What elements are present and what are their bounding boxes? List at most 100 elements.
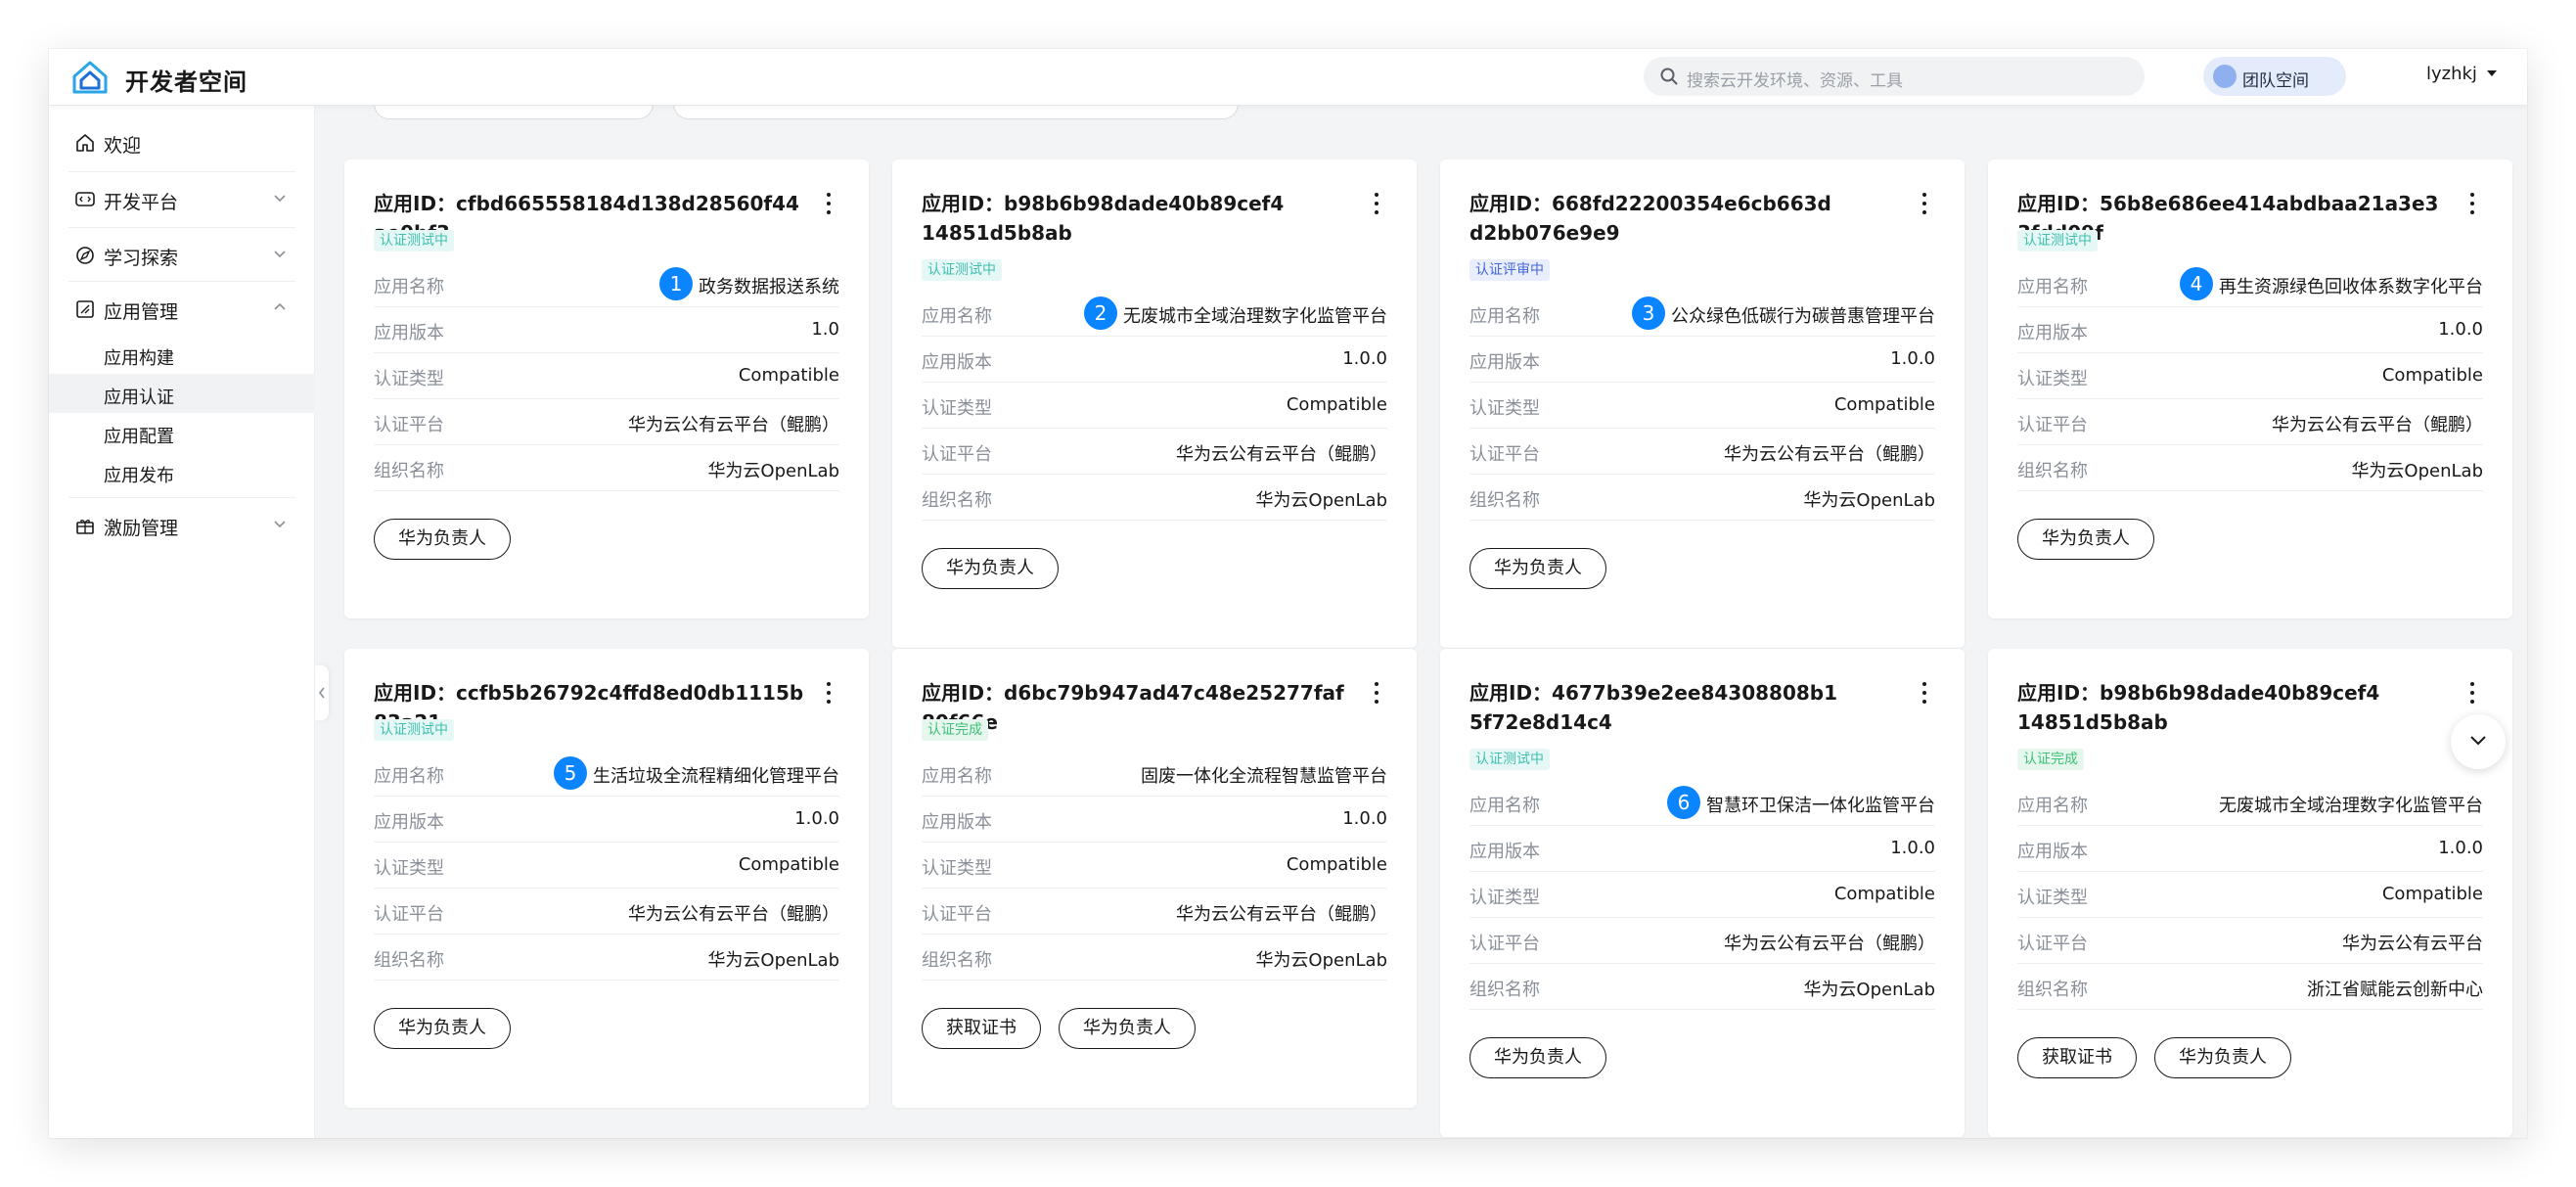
- info-label: 应用名称: [374, 277, 444, 297]
- sidebar-item-app-management[interactable]: 应用管理: [49, 284, 315, 333]
- huawei-owner-button[interactable]: 华为负责人: [374, 519, 511, 560]
- info-row-platform: 认证平台 华为云公有云平台（鲲鹏）: [922, 429, 1387, 475]
- developer-space-logo[interactable]: [70, 59, 110, 96]
- sidebar-label-welcome: 欢迎: [104, 135, 142, 157]
- home-icon: [76, 134, 94, 152]
- info-label: 认证平台: [922, 904, 992, 925]
- info-value: Compatible: [1833, 884, 1935, 904]
- info-row-type: 认证类型 Compatible: [374, 843, 839, 889]
- sidebar-label-learn: 学习探索: [104, 248, 179, 269]
- info-row-version: 应用版本 1.0.0: [922, 337, 1387, 383]
- info-row-org: 组织名称 华为云OpenLab: [1469, 475, 1935, 521]
- info-label: 认证类型: [922, 398, 992, 419]
- info-label: 认证类型: [374, 858, 444, 879]
- info-row-platform: 认证平台 华为云公有云平台（鲲鹏）: [1469, 918, 1935, 964]
- divider: [68, 497, 295, 498]
- info-value: Compatible: [738, 854, 839, 875]
- status-badge: 认证测试中: [2017, 230, 2098, 251]
- huawei-owner-button[interactable]: 华为负责人: [1469, 1037, 1606, 1078]
- info-value: 1.0.0: [1342, 348, 1387, 369]
- user-menu[interactable]: lyzhkj: [2426, 64, 2477, 84]
- info-label: 组织名称: [1469, 490, 1540, 511]
- info-row-name: 应用名称 智慧环卫保洁一体化监管平台 6: [1469, 780, 1935, 826]
- sidebar-item-incentive[interactable]: 激励管理: [49, 500, 315, 549]
- sidebar-subitem-app-certification[interactable]: 应用认证: [49, 374, 315, 413]
- brand-title[interactable]: 开发者空间: [125, 63, 248, 97]
- number-marker: 3: [1632, 297, 1665, 330]
- info-value: 华为云OpenLab: [1803, 980, 1935, 1000]
- sidebar-collapse-handle[interactable]: [315, 665, 329, 720]
- info-row-platform: 认证平台 华为云公有云平台（鲲鹏）: [1469, 429, 1935, 475]
- info-label: 应用名称: [1469, 796, 1540, 816]
- divider: [68, 227, 295, 228]
- info-label: 组织名称: [922, 950, 992, 971]
- number-marker: 4: [2180, 267, 2213, 300]
- info-row-name: 应用名称 无废城市全域治理数字化监管平台 2: [922, 291, 1387, 337]
- huawei-owner-button[interactable]: 华为负责人: [922, 548, 1059, 589]
- status-badge: 认证测试中: [374, 719, 454, 741]
- huawei-owner-button[interactable]: 华为负责人: [2017, 519, 2154, 560]
- info-value: Compatible: [738, 365, 839, 386]
- info-value: Compatible: [1286, 394, 1387, 415]
- sidebar-subitem-app-config[interactable]: 应用配置: [49, 413, 315, 452]
- more-menu-icon[interactable]: [826, 193, 832, 216]
- app-card: 应用ID：ccfb5b26792c4ffd8ed0db1115b83a21认证测…: [344, 649, 869, 1108]
- code-icon: [75, 192, 95, 206]
- sidebar-label-incentive: 激励管理: [104, 518, 179, 539]
- info-value: 智慧环卫保洁一体化监管平台: [1706, 796, 1935, 816]
- info-label: 认证平台: [374, 904, 444, 925]
- info-label: 认证平台: [922, 444, 992, 465]
- sidebar-item-learn[interactable]: 学习探索: [49, 230, 315, 279]
- info-label: 认证平台: [1469, 934, 1540, 954]
- app-window: 开发者空间 搜索云开发环境、资源、工具 团队空间 lyzhkj 欢迎 开发平台: [49, 49, 2527, 1138]
- search-placeholder: 搜索云开发环境、资源、工具: [1687, 71, 1903, 91]
- more-menu-icon[interactable]: [1374, 682, 1379, 706]
- huawei-owner-button[interactable]: 华为负责人: [374, 1008, 511, 1049]
- number-marker: 1: [659, 267, 693, 300]
- app-card: 应用ID：cfbd665558184d138d28560f44ae0bf3认证测…: [344, 160, 869, 618]
- team-space-button[interactable]: 团队空间: [2203, 57, 2346, 96]
- top-bar: 开发者空间 搜索云开发环境、资源、工具 团队空间 lyzhkj: [49, 49, 2527, 106]
- info-label: 应用版本: [374, 323, 444, 343]
- chevron-left-icon: [318, 687, 325, 699]
- sidebar-subitem-app-release[interactable]: 应用发布: [49, 452, 315, 491]
- info-label: 组织名称: [374, 461, 444, 481]
- more-menu-icon[interactable]: [1921, 193, 1927, 216]
- huawei-owner-button[interactable]: 华为负责人: [1469, 548, 1606, 589]
- app-id-title: 应用ID：668fd22200354e6cb663dd2bb076e9e9: [1469, 192, 1831, 245]
- info-row-type: 认证类型 Compatible: [1469, 872, 1935, 918]
- info-value: 浙江省赋能云创新中心: [2307, 980, 2483, 1000]
- team-space-label: 团队空间: [2242, 71, 2309, 91]
- info-value: 1.0.0: [1890, 348, 1935, 369]
- info-value: 1.0.0: [2438, 319, 2483, 340]
- get-certificate-button[interactable]: 获取证书: [922, 1008, 1041, 1049]
- chevron-down-icon: [2470, 736, 2486, 746]
- sidebar-subitem-app-build[interactable]: 应用构建: [49, 335, 315, 374]
- more-menu-icon[interactable]: [826, 682, 832, 706]
- info-label: 认证平台: [1469, 444, 1540, 465]
- info-label: 认证类型: [2017, 369, 2088, 389]
- get-certificate-button[interactable]: 获取证书: [2017, 1037, 2137, 1078]
- huawei-owner-button[interactable]: 华为负责人: [2154, 1037, 2291, 1078]
- more-menu-icon[interactable]: [2469, 682, 2475, 706]
- sidebar-subitem-label: 应用构建: [104, 348, 174, 369]
- huawei-owner-button[interactable]: 华为负责人: [1059, 1008, 1196, 1049]
- more-menu-icon[interactable]: [1921, 682, 1927, 706]
- sidebar-subitem-label: 应用认证: [104, 388, 174, 408]
- info-value: Compatible: [1286, 854, 1387, 875]
- info-row-platform: 认证平台 华为云公有云平台（鲲鹏）: [2017, 399, 2483, 445]
- info-label: 认证类型: [1469, 888, 1540, 908]
- sidebar-item-welcome[interactable]: 欢迎: [49, 117, 315, 166]
- app-card: 应用ID：b98b6b98dade40b89cef414851d5b8ab 认证测…: [892, 160, 1417, 648]
- info-row-name: 应用名称 再生资源绿色回收体系数字化平台 4: [2017, 261, 2483, 307]
- scroll-down-button[interactable]: [2451, 714, 2506, 769]
- info-row-org: 组织名称 华为云OpenLab: [2017, 445, 2483, 491]
- caret-down-icon[interactable]: [2487, 70, 2497, 76]
- info-row-name: 应用名称 生活垃圾全流程精细化管理平台 5: [374, 751, 839, 797]
- global-search[interactable]: 搜索云开发环境、资源、工具: [1644, 57, 2145, 96]
- more-menu-icon[interactable]: [1374, 193, 1379, 216]
- info-label: 应用版本: [2017, 842, 2088, 862]
- more-menu-icon[interactable]: [2469, 193, 2475, 216]
- sidebar-item-dev-platform[interactable]: 开发平台: [49, 174, 315, 223]
- info-label: 认证平台: [2017, 934, 2088, 954]
